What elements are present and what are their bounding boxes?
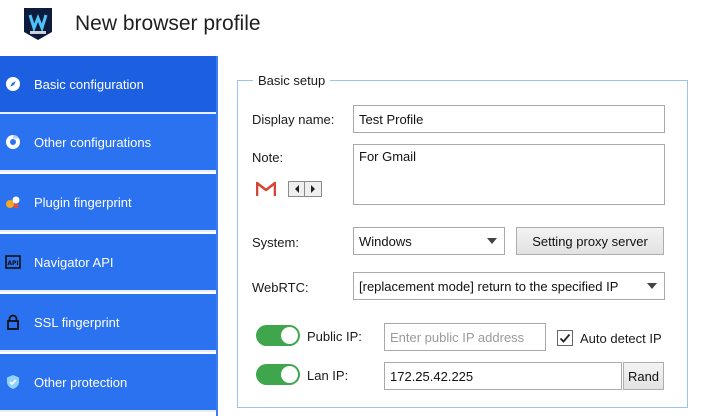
toggle-knob [281,366,298,383]
display-name-label: Display name: [252,112,335,127]
sidebar-edge [216,56,218,416]
lan-ip-input[interactable]: 172.25.42.225 [384,362,622,390]
compass-icon [5,76,21,92]
toggle-knob [281,327,298,344]
display-name-input[interactable]: Test Profile [353,105,665,133]
webrtc-select-value: [replacement mode] return to the specifi… [359,278,619,294]
scroll-left-button[interactable] [288,181,305,197]
rand-button[interactable]: Rand [623,362,664,390]
title-bar: New browser profile [0,0,702,50]
setting-proxy-server-button[interactable]: Setting proxy server [516,227,664,255]
window-title: New browser profile [75,12,261,35]
arrow-right-icon [311,185,315,193]
puzzle-icon [5,194,21,210]
note-scroll-stepper [288,181,322,197]
sidebar-item-label: Other protection [34,374,128,390]
lan-ip-label: Lan IP: [307,368,349,383]
sidebar-item-other-protection[interactable]: Other protection [0,354,216,412]
sidebar-item-label: Navigator API [34,254,114,270]
auto-detect-checkbox[interactable] [557,330,573,346]
svg-text:API: API [7,260,18,267]
lock-icon [5,314,21,330]
public-ip-input[interactable] [384,323,546,351]
arrow-left-icon [294,185,299,193]
lan-ip-toggle[interactable] [256,364,300,385]
webrtc-select[interactable]: [replacement mode] return to the specifi… [353,272,665,300]
shield-icon [5,374,21,390]
sidebar-item-other-configurations[interactable]: Other configurations [0,114,216,172]
sidebar-item-label: Plugin fingerprint [34,194,132,210]
gmail-icon[interactable] [256,181,276,197]
checkmark-icon [559,333,571,343]
sidebar-item-label: Other configurations [34,134,152,150]
basic-setup-legend: Basic setup [253,73,331,88]
scroll-right-button[interactable] [305,181,322,197]
sidebar: Basic configuration Other configurations… [0,56,218,416]
webrtc-label: WebRTC: [252,280,309,295]
auto-detect-label: Auto detect IP [580,331,662,346]
system-select[interactable]: Windows [353,227,505,255]
api-icon: API [5,254,21,270]
sidebar-item-basic-configuration[interactable]: Basic configuration [0,56,216,114]
system-select-value: Windows [359,233,412,249]
app-logo-icon [24,8,52,40]
chevron-down-icon [647,283,657,289]
sidebar-item-navigator-api[interactable]: API Navigator API [0,234,216,292]
system-label: System: [252,235,299,250]
sidebar-item-plugin-fingerprint[interactable]: Plugin fingerprint [0,174,216,232]
note-textarea[interactable]: For Gmail [353,144,665,205]
public-ip-label: Public IP: [307,329,362,344]
sidebar-item-label: Basic configuration [34,76,144,92]
sidebar-item-label: SSL fingerprint [34,314,120,330]
public-ip-toggle[interactable] [256,325,300,346]
chevron-down-icon [487,238,497,244]
sidebar-item-ssl-fingerprint[interactable]: SSL fingerprint [0,294,216,352]
note-label: Note: [252,150,284,165]
chrome-icon [5,134,21,150]
